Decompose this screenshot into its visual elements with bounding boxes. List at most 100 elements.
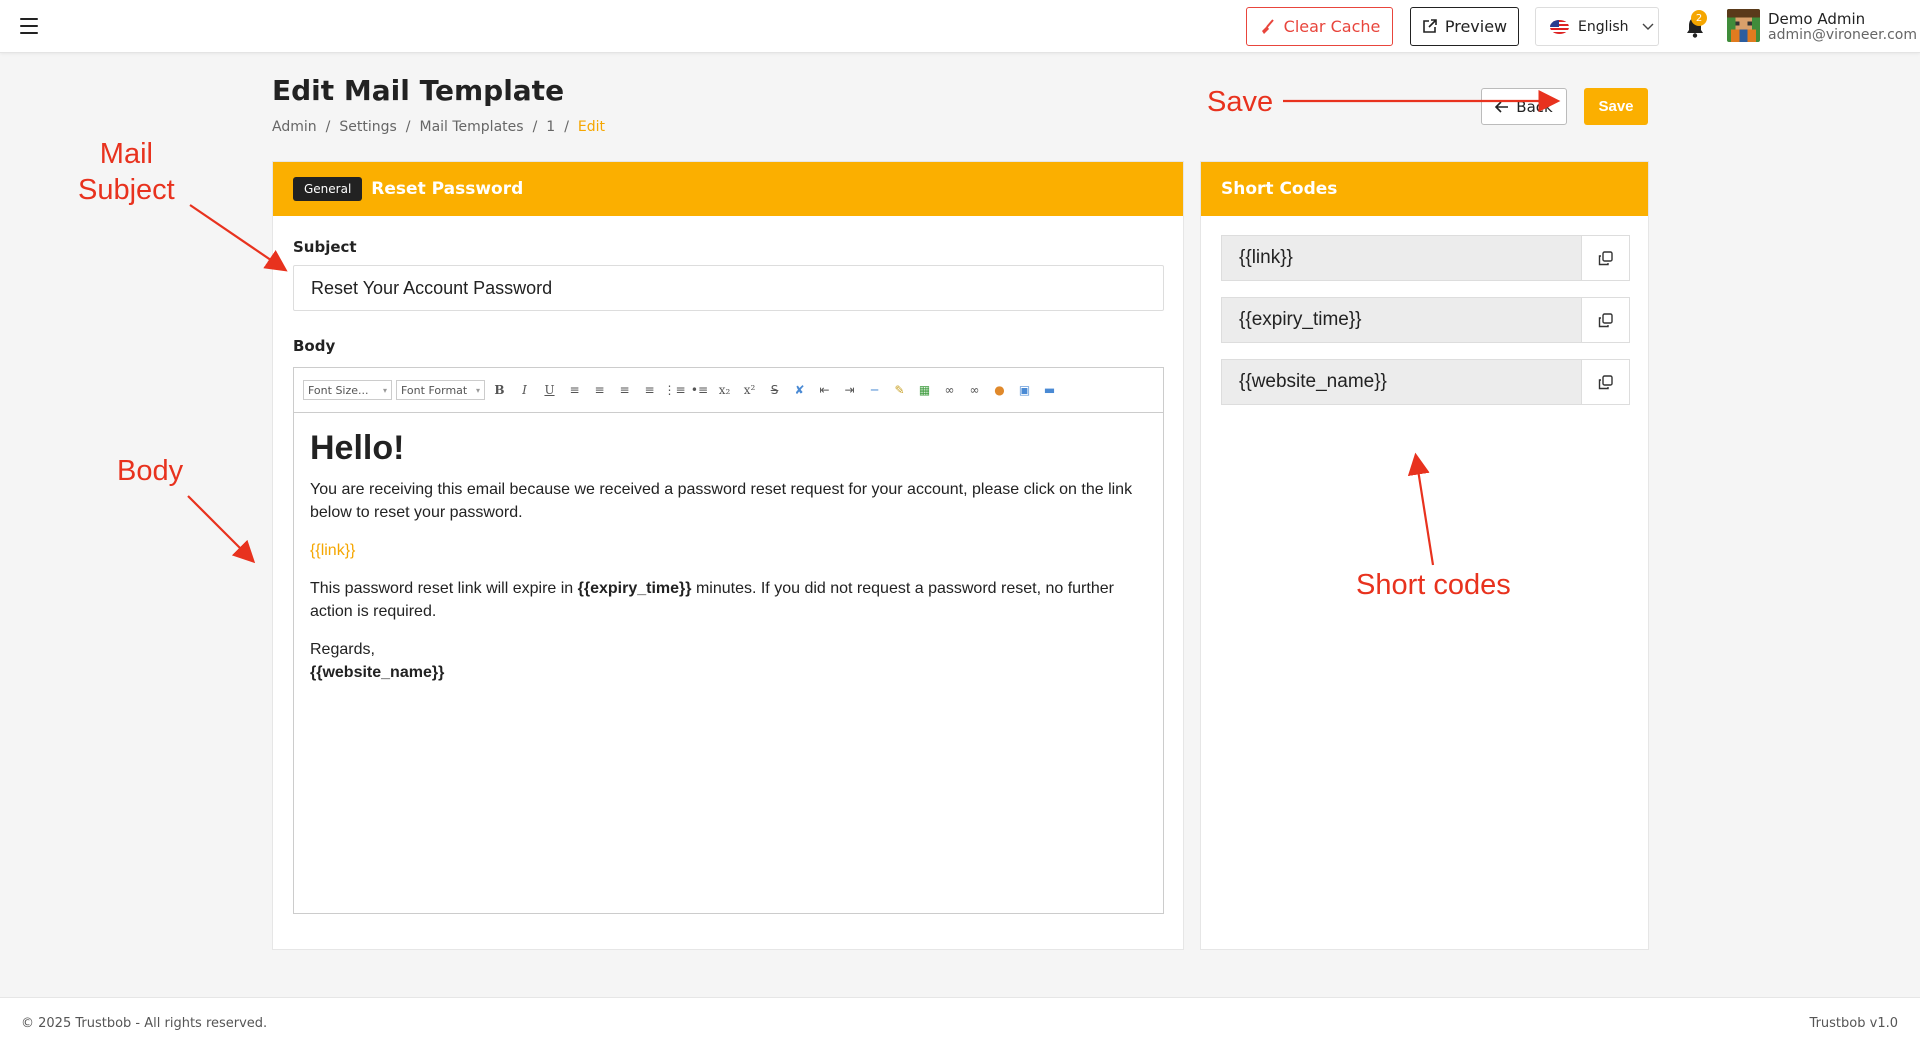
clear-cache-label: Clear Cache	[1283, 17, 1381, 36]
underline-icon[interactable]: U	[539, 380, 560, 400]
superscript-icon[interactable]: x²	[739, 380, 760, 400]
outdent-icon[interactable]: ⇤	[814, 380, 835, 400]
body-heading: Hello!	[310, 429, 405, 467]
indent-icon[interactable]: ⇥	[839, 380, 860, 400]
us-flag-icon	[1550, 19, 1569, 34]
ordered-list-icon[interactable]: ⋮≡	[663, 380, 685, 400]
annotation-short-codes: Short codes	[1356, 569, 1511, 601]
template-name: Reset Password	[371, 179, 524, 199]
top-navbar: Clear Cache Preview English 2 Demo Admin	[0, 0, 1920, 53]
copy-icon	[1598, 312, 1613, 327]
arrow-left-icon	[1495, 100, 1509, 113]
shortcode-row: {{expiry_time}}	[1221, 297, 1630, 343]
breadcrumb-template-id[interactable]: 1	[546, 119, 555, 135]
caret-down-icon: ▾	[475, 385, 480, 395]
subscript-icon[interactable]: x₂	[714, 380, 735, 400]
short-codes-card: Short Codes {{link}} {{expiry_time}} {{w…	[1200, 161, 1649, 950]
shortcode-field[interactable]: {{link}}	[1221, 235, 1581, 281]
align-justify-icon[interactable]: ≡	[639, 380, 660, 400]
font-size-select[interactable]: Font Size... ▾	[303, 380, 392, 400]
body-link-code: {{link}}	[310, 542, 356, 559]
user-email: admin@vironeer.com	[1768, 27, 1917, 43]
insert-file-icon[interactable]: ▣	[1014, 380, 1035, 400]
footer: © 2025 Trustbob - All rights reserved. T…	[0, 997, 1920, 1049]
align-right-icon[interactable]: ≡	[614, 380, 635, 400]
unlink-icon[interactable]: ∞	[964, 380, 985, 400]
arrow-body	[187, 495, 256, 564]
breadcrumb-separator: /	[532, 119, 538, 135]
edit-html-icon[interactable]: ✎	[889, 380, 910, 400]
expiry-text-before: This password reset link will expire in	[310, 580, 578, 597]
footer-copyright: © 2025 Trustbob - All rights reserved.	[21, 1016, 268, 1031]
body-expiry-paragraph: This password reset link will expire in …	[310, 577, 1147, 623]
copy-icon	[1598, 374, 1613, 389]
rich-text-editor: Font Size... ▾ Font Format ▾ B I U ≡ ≡ ≡…	[293, 367, 1164, 914]
align-left-icon[interactable]: ≡	[564, 380, 585, 400]
notification-badge: 2	[1691, 10, 1707, 26]
subject-label: Subject	[293, 238, 357, 256]
copy-icon	[1598, 250, 1613, 265]
remove-format-icon[interactable]: ✘	[789, 380, 810, 400]
user-name[interactable]: Demo Admin	[1768, 10, 1865, 28]
font-size-placeholder: Font Size...	[308, 383, 369, 397]
shortcode-row: {{link}}	[1221, 235, 1630, 281]
back-button[interactable]: Back	[1481, 88, 1567, 125]
shortcode-field[interactable]: {{expiry_time}}	[1221, 297, 1581, 343]
annotation-save: Save	[1207, 86, 1274, 118]
regards-text: Regards,	[310, 641, 375, 658]
caret-down-icon: ▾	[382, 385, 387, 395]
italic-icon[interactable]: I	[514, 380, 535, 400]
short-codes-header: Short Codes	[1201, 162, 1648, 216]
breadcrumb-edit: Edit	[577, 119, 606, 135]
signature-code: {{website_name}}	[310, 664, 445, 681]
broom-icon	[1261, 18, 1274, 34]
align-center-icon[interactable]: ≡	[589, 380, 610, 400]
editor-toolbar: Font Size... ▾ Font Format ▾ B I U ≡ ≡ ≡…	[294, 368, 1163, 413]
body-paragraph: You are receiving this email because we …	[310, 481, 1133, 521]
chevron-down-icon	[1642, 23, 1654, 30]
preview-label: Preview	[1444, 17, 1508, 36]
footer-version: Trustbob v1.0	[1809, 1016, 1898, 1031]
back-label: Back	[1516, 97, 1553, 116]
subject-input[interactable]	[293, 265, 1164, 311]
clear-cache-button[interactable]: Clear Cache	[1246, 7, 1393, 46]
language-selector[interactable]: English	[1535, 7, 1659, 46]
expiry-code: {{expiry_time}}	[577, 580, 692, 597]
template-card-header: General Reset Password	[273, 162, 1183, 216]
annotation-mail-subject: Mail Subject	[78, 138, 175, 206]
language-label: English	[1578, 18, 1629, 35]
arrow-mail-subject	[189, 204, 288, 272]
template-editor-card: General Reset Password Subject Body Font…	[272, 161, 1184, 950]
body-regards: Regards, {{website_name}}	[310, 638, 1147, 684]
body-label: Body	[293, 337, 336, 355]
breadcrumb-mail-templates[interactable]: Mail Templates	[419, 119, 523, 135]
copy-button[interactable]	[1581, 235, 1630, 281]
color-icon[interactable]: ●	[989, 380, 1010, 400]
breadcrumb: Admin / Settings / Mail Templates / 1 / …	[272, 119, 605, 135]
breadcrumb-settings[interactable]: Settings	[339, 119, 396, 135]
font-format-select[interactable]: Font Format ▾	[396, 380, 485, 400]
external-link-icon	[1423, 19, 1437, 33]
avatar[interactable]	[1727, 9, 1760, 42]
insert-image-icon[interactable]: ▦	[914, 380, 935, 400]
copy-button[interactable]	[1581, 359, 1630, 405]
editor-content[interactable]: Hello! You are receiving this email beca…	[294, 413, 1163, 700]
menu-icon[interactable]	[20, 18, 38, 34]
save-button[interactable]: Save	[1584, 88, 1648, 125]
unordered-list-icon[interactable]: •≡	[689, 380, 710, 400]
shortcode-field[interactable]: {{website_name}}	[1221, 359, 1581, 405]
strikethrough-icon[interactable]: S	[764, 380, 785, 400]
font-format-placeholder: Font Format	[401, 383, 468, 397]
link-icon[interactable]: ∞	[939, 380, 960, 400]
preview-button[interactable]: Preview	[1410, 7, 1519, 46]
annotation-body: Body	[117, 455, 184, 487]
copy-button[interactable]	[1581, 297, 1630, 343]
general-badge: General	[293, 177, 363, 201]
code-view-icon[interactable]: ▬	[1039, 380, 1060, 400]
horizontal-rule-icon[interactable]: ─	[864, 380, 885, 400]
breadcrumb-separator: /	[325, 119, 331, 135]
page-title: Edit Mail Template	[272, 74, 565, 107]
breadcrumb-admin[interactable]: Admin	[272, 119, 317, 135]
bold-icon[interactable]: B	[489, 380, 510, 400]
short-codes-title: Short Codes	[1221, 179, 1338, 199]
